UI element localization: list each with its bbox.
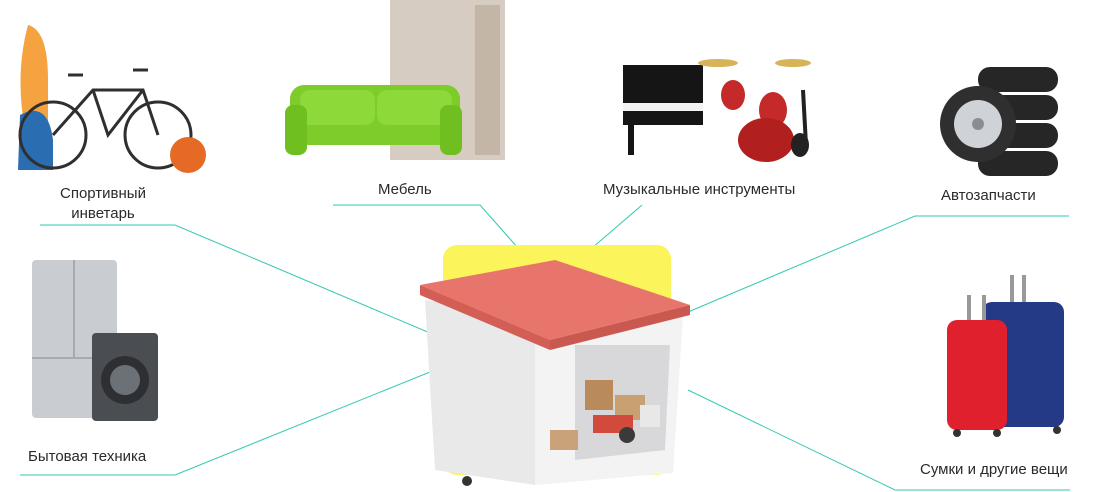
connector-furniture	[333, 204, 519, 249]
label-sport: Спортивный инветарь	[60, 185, 146, 222]
piano-drums-guitar-image	[623, 59, 811, 162]
label-auto: Автозапчасти	[941, 187, 1036, 204]
label-bags: Сумки и другие вещи	[920, 461, 1068, 478]
sofa-wardrobe-image	[285, 0, 505, 160]
fridge-washer-image	[32, 260, 158, 421]
sports-equipment-image	[18, 25, 206, 173]
tires-stack-image	[940, 67, 1058, 176]
label-furniture: Мебель	[378, 181, 432, 198]
label-appliances: Бытовая техника	[28, 448, 147, 465]
storage-box-image	[420, 245, 690, 486]
connector-music	[591, 204, 643, 249]
label-music: Музыкальные инструменты	[603, 181, 796, 198]
suitcases-image	[947, 275, 1064, 437]
